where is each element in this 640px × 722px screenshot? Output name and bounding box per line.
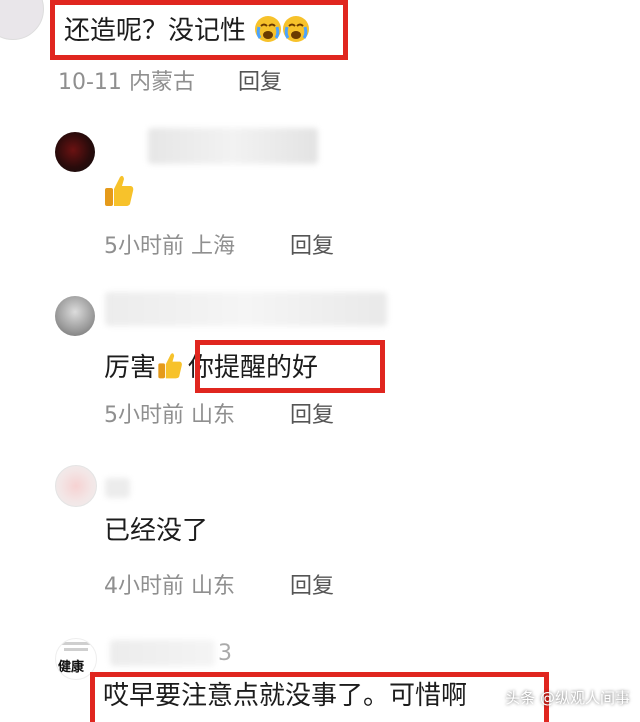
thumbs-up-icon bbox=[156, 350, 184, 385]
username-fragment: 3 bbox=[218, 641, 232, 666]
comment-1-body: 还造呢？没记性 bbox=[64, 16, 247, 46]
comment-2-location: 上海 bbox=[191, 234, 236, 259]
comment-3-body: 厉害 bbox=[104, 353, 157, 383]
comment-2-meta: 5小时前 上海 bbox=[104, 236, 235, 258]
username-blurred[interactable] bbox=[105, 478, 130, 498]
username-blurred[interactable] bbox=[105, 292, 387, 326]
highlight-box-3 bbox=[90, 672, 549, 722]
username-blurred[interactable] bbox=[148, 128, 318, 164]
thumbs-up-icon bbox=[103, 172, 135, 212]
highlight-box-2 bbox=[195, 340, 385, 393]
crying-emoji-icon bbox=[254, 15, 282, 48]
avatar-caption: 健康 bbox=[58, 660, 85, 675]
comment-4-text: 已经没了 bbox=[104, 516, 209, 546]
comment-3-meta: 5小时前 山东 bbox=[104, 405, 235, 427]
comment-1-text: 还造呢？没记性 bbox=[64, 15, 310, 48]
comment-4-reply-button[interactable]: 回复 bbox=[290, 576, 334, 598]
comment-1-location: 内蒙古 bbox=[128, 70, 195, 95]
username-blurred[interactable] bbox=[110, 640, 215, 666]
avatar[interactable] bbox=[55, 132, 95, 172]
comment-3-reply-button[interactable]: 回复 bbox=[290, 405, 334, 427]
watermark: 头条 @纵观人间事 bbox=[505, 689, 630, 707]
comment-4-time: 4小时前 bbox=[104, 574, 184, 599]
comment-1-meta: 10-11 内蒙古 bbox=[58, 72, 195, 94]
comment-4-location: 山东 bbox=[191, 574, 236, 599]
avatar[interactable] bbox=[55, 296, 95, 336]
comment-1-reply-button[interactable]: 回复 bbox=[238, 72, 282, 94]
comment-2-reply-button[interactable]: 回复 bbox=[290, 236, 334, 258]
crying-emoji-icon bbox=[282, 15, 310, 48]
comment-3-location: 山东 bbox=[191, 403, 236, 428]
avatar-partial[interactable] bbox=[0, 0, 44, 40]
comment-1-time: 10-11 bbox=[58, 70, 122, 95]
comment-4-meta: 4小时前 山东 bbox=[104, 576, 235, 598]
avatar[interactable] bbox=[55, 465, 97, 507]
comment-3-time: 5小时前 bbox=[104, 403, 184, 428]
comment-2-time: 5小时前 bbox=[104, 234, 184, 259]
